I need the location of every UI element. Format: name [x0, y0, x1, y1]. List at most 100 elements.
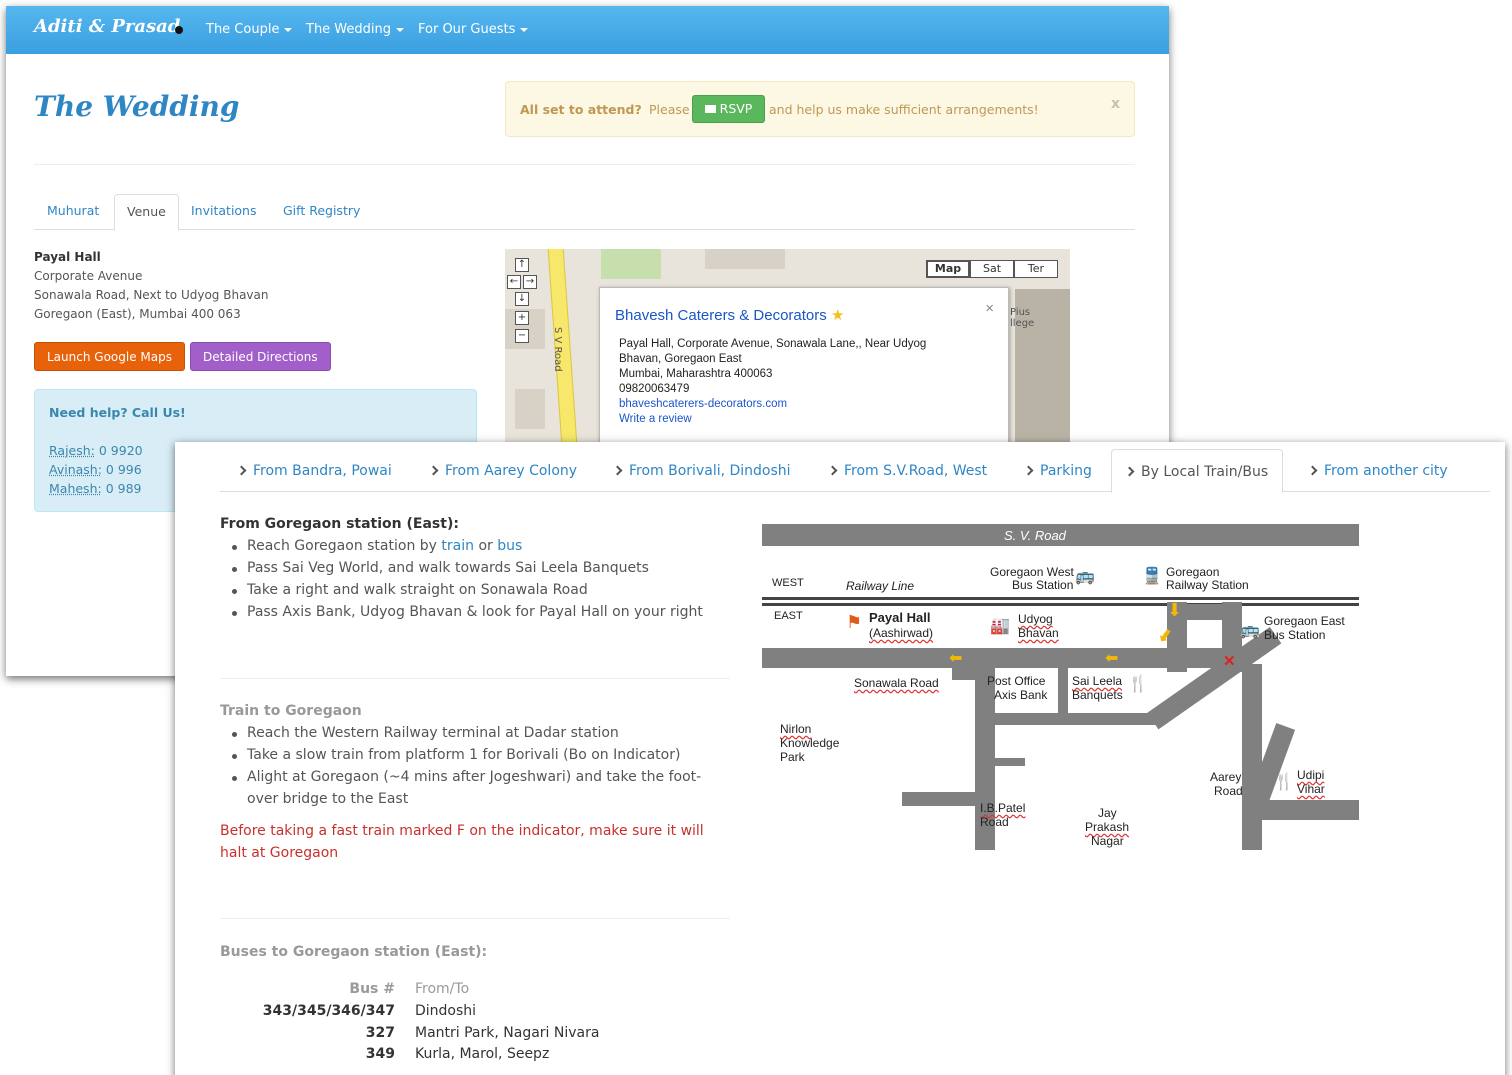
train-step: Alight at Goregaon (~4 mins after Jogesh…: [231, 769, 702, 785]
write-review-link[interactable]: Write a review: [619, 413, 692, 425]
tab-another-city[interactable]: From another city: [1307, 449, 1448, 492]
chevron-right-icon: [236, 465, 247, 476]
pan-left-icon[interactable]: ←: [507, 275, 521, 289]
map-place-label: Pius llege: [1010, 307, 1035, 329]
tab-venue[interactable]: Venue: [114, 194, 179, 231]
tab-local-train-bus[interactable]: By Local Train/Bus: [1111, 449, 1284, 493]
bus-number: 327: [365, 1025, 395, 1041]
brand-logo[interactable]: Aditi & Prasad: [34, 16, 180, 37]
tab-label: From Borivali, Dindoshi: [629, 463, 791, 479]
tab-muhurat[interactable]: Muhurat: [35, 194, 111, 230]
bus-link[interactable]: bus: [497, 538, 522, 554]
step-text: or: [478, 538, 493, 554]
zoom-in-icon[interactable]: +: [515, 311, 529, 325]
google-map[interactable]: S V Road ↑ ← → ↓ + − Map Sat Ter Pius ll…: [505, 249, 1070, 449]
divider: [220, 918, 730, 919]
tab-label: From another city: [1324, 463, 1448, 479]
gw-bus-label: Goregaon West: [990, 565, 1074, 579]
rsvp-alert: All set to attend? Please RSVP and help …: [505, 81, 1135, 137]
aarey-label: Road: [1214, 784, 1243, 798]
ge-bus-label: Bus Station: [1264, 628, 1326, 642]
tab-from-aarey[interactable]: From Aarey Colony: [428, 449, 577, 492]
nav-the-wedding[interactable]: The Wedding: [306, 22, 405, 37]
contact-phone: 0 989: [105, 481, 142, 496]
station-label: Railway Station: [1166, 578, 1249, 592]
map-type-ter[interactable]: Ter: [1014, 260, 1058, 278]
venue-address-1: Corporate Avenue: [34, 269, 143, 283]
pan-right-icon[interactable]: →: [523, 275, 537, 289]
bus-number: 343/345/346/347: [262, 1003, 395, 1019]
map-info-window: Bhavesh Caterers & Decorators ★ × Payal …: [599, 287, 1009, 449]
ib-patel-label: I.B.Patel: [980, 801, 1026, 815]
chevron-right-icon: [827, 465, 838, 476]
jay-prakash-label: Prakash: [1085, 820, 1130, 834]
aarey-label: Aarey: [1210, 770, 1242, 784]
udipi-label: Vihar: [1297, 782, 1325, 796]
railway-track: [762, 603, 1359, 606]
ge-bus-label: Goregaon East: [1264, 614, 1345, 628]
divider: [34, 164, 1135, 165]
sai-leela-label: Sai Leela: [1072, 674, 1123, 688]
nav-label: The Wedding: [306, 22, 392, 37]
post-office-label: Axis Bank: [994, 688, 1048, 702]
train-link[interactable]: train: [441, 538, 474, 554]
tab-from-svroad[interactable]: From S.V.Road, West: [827, 449, 987, 492]
tab-gift-registry[interactable]: Gift Registry: [271, 194, 372, 230]
aarey-road: [1242, 664, 1262, 850]
envelope-icon: [704, 105, 716, 113]
chevron-right-icon: [1124, 466, 1135, 477]
gw-bus-label: Bus Station: [1012, 578, 1074, 592]
rsvp-button[interactable]: RSVP: [692, 95, 765, 123]
info-address-2: Bhavan, Goregaon East: [619, 353, 742, 365]
bullet-icon: [175, 26, 183, 34]
bus-icon: 🚌: [1075, 568, 1095, 585]
east-label: EAST: [774, 610, 803, 622]
nav-for-our-guests[interactable]: For Our Guests: [418, 22, 529, 37]
tab-label: From Bandra, Powai: [253, 463, 392, 479]
info-name: Bhavesh Caterers & Decorators: [615, 307, 827, 324]
train-heading: Train to Goregaon: [220, 703, 362, 719]
nirlon-label: Knowledge: [780, 736, 840, 750]
jay-prakash-label: Nagar: [1091, 834, 1124, 848]
contact-rajesh: Rajesh: 0 9920: [49, 443, 143, 458]
bus-col-header: Bus #: [349, 981, 395, 997]
station-label: Goregaon: [1166, 565, 1220, 579]
nav-label: For Our Guests: [418, 22, 516, 37]
contact-mahesh: Mahesh: 0 989: [49, 481, 142, 496]
map-type-map[interactable]: Map: [926, 260, 970, 278]
payal-hall-label: Payal Hall: [869, 610, 931, 625]
tab-invitations[interactable]: Invitations: [179, 194, 269, 230]
detailed-directions-button[interactable]: Detailed Directions: [190, 342, 331, 371]
pan-down-icon[interactable]: ↓: [515, 292, 529, 306]
info-website-link[interactable]: bhaveshcaterers-decorators.com: [619, 398, 787, 410]
no-entry-cross-icon: ✕: [1223, 653, 1236, 670]
contact-name[interactable]: Avinash:: [49, 462, 102, 477]
station-heading: From Goregaon station (East):: [220, 516, 459, 532]
close-icon[interactable]: x: [1111, 96, 1120, 112]
tab-parking[interactable]: Parking: [1023, 449, 1092, 492]
venue-address-3: Goregaon (East), Mumbai 400 063: [34, 307, 241, 321]
nav-label: The Couple: [206, 22, 280, 37]
map-block: [705, 249, 785, 269]
contact-name[interactable]: Rajesh:: [49, 443, 95, 458]
pan-up-icon[interactable]: ↑: [515, 258, 529, 272]
launch-google-maps-button[interactable]: Launch Google Maps: [34, 342, 185, 371]
venue-name: Payal Hall: [34, 250, 101, 264]
restaurant-icon: 🍴: [1274, 774, 1294, 791]
contact-avinash: Avinash: 0 996: [49, 462, 142, 477]
tab-from-bandra[interactable]: From Bandra, Powai: [236, 449, 392, 492]
tab-from-borivali[interactable]: From Borivali, Dindoshi: [612, 449, 791, 492]
jay-prakash-label: Jay: [1098, 806, 1117, 820]
nav-the-couple[interactable]: The Couple: [206, 22, 293, 37]
map-type-sat[interactable]: Sat: [970, 260, 1014, 278]
road: [995, 758, 1025, 766]
fast-train-warning: halt at Goregaon: [220, 845, 339, 861]
station-step: Pass Axis Bank, Udyog Bhavan & look for …: [232, 604, 703, 620]
udipi-label: Udipi: [1297, 768, 1325, 782]
info-title[interactable]: Bhavesh Caterers & Decorators ★: [615, 306, 844, 324]
contact-name[interactable]: Mahesh:: [49, 481, 102, 496]
zoom-out-icon[interactable]: −: [515, 329, 529, 343]
sv-road-label: S. V. Road: [1004, 528, 1066, 543]
ib-patel-label: Road: [980, 815, 1009, 829]
close-icon[interactable]: ×: [985, 300, 994, 317]
